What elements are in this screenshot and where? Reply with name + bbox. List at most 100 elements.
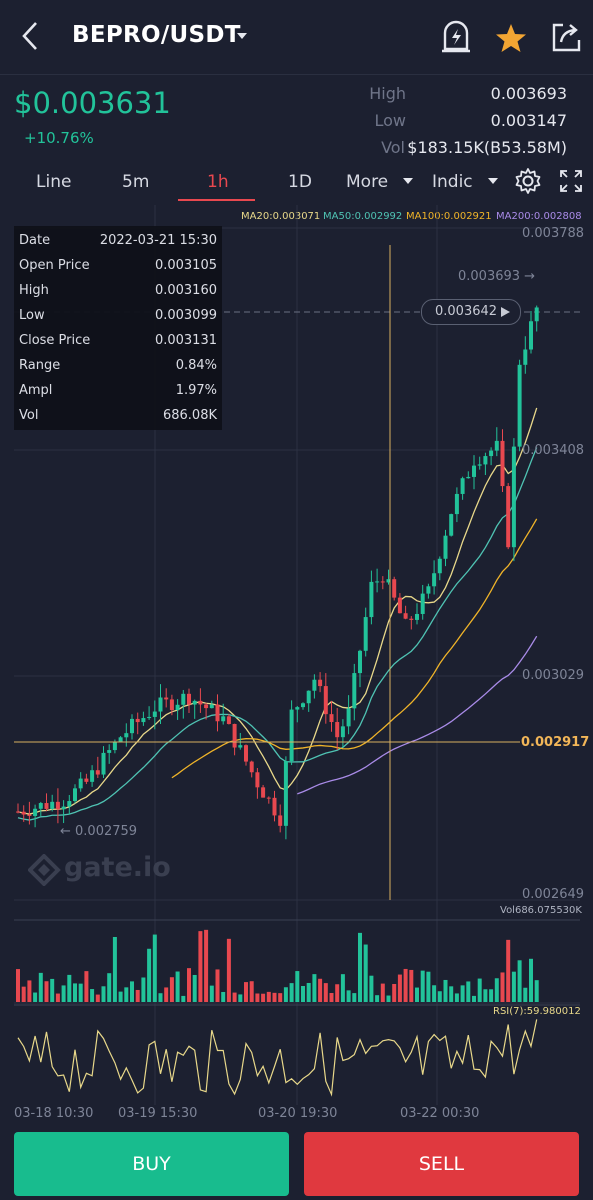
- candle-body: [477, 464, 482, 466]
- volume-bar: [215, 969, 220, 1002]
- volume-bar: [135, 989, 140, 1002]
- volume-bar: [141, 977, 146, 1002]
- volume-bar: [78, 983, 83, 1002]
- star-icon[interactable]: [495, 22, 527, 54]
- price-change: +10.76%: [24, 129, 94, 147]
- candle-body: [107, 750, 112, 753]
- volume-bar: [295, 971, 300, 1002]
- candle-body: [187, 693, 191, 705]
- volume-bar: [33, 992, 38, 1002]
- candle-body: [335, 722, 340, 738]
- ma100-line: [171, 518, 538, 779]
- rsi-polyline: [17, 1019, 538, 1097]
- candle-body: [21, 811, 26, 815]
- candle-body: [44, 803, 49, 809]
- candle-body: [426, 586, 431, 594]
- candle-body: [255, 772, 260, 788]
- high-value: 0.003693: [490, 84, 567, 103]
- candle-body: [169, 699, 174, 711]
- candle-body: [420, 593, 425, 614]
- indic-caret-down-icon[interactable]: [488, 178, 498, 185]
- vol-value: 686.08K: [162, 408, 217, 423]
- more-caret-down-icon[interactable]: [403, 178, 413, 185]
- tab-indic[interactable]: Indic: [432, 172, 473, 192]
- rsi-indicator-label: RSI(7):59.980012: [493, 1006, 581, 1017]
- tab-more[interactable]: More: [346, 172, 388, 192]
- candle-body: [158, 697, 163, 712]
- close-value: 0.003131: [154, 333, 217, 348]
- high-value: 0.003160: [154, 283, 217, 298]
- chevron-left-icon[interactable]: [18, 20, 42, 52]
- buy-button[interactable]: BUY: [14, 1132, 289, 1196]
- current-price-pill[interactable]: 0.003642: [421, 299, 521, 325]
- volume-bar: [358, 932, 362, 1002]
- candle-body: [500, 440, 505, 487]
- sell-button[interactable]: SELL: [304, 1132, 579, 1196]
- close-label: Close Price: [19, 333, 91, 348]
- date-label: Date: [19, 233, 51, 248]
- volume-bar: [375, 995, 380, 1002]
- tab-1d[interactable]: 1D: [288, 172, 312, 192]
- candle-body: [147, 716, 152, 719]
- volume-bar: [301, 985, 305, 1002]
- time-label-3: 03-20 19:30: [258, 1106, 338, 1121]
- price-alert-icon[interactable]: [438, 18, 474, 54]
- tab-1h[interactable]: 1h: [207, 172, 229, 192]
- volume-bar: [21, 986, 26, 1002]
- volume-bar: [306, 982, 311, 1002]
- candle-body: [181, 693, 186, 705]
- candle-body: [523, 349, 528, 365]
- volume-bar: [489, 989, 494, 1002]
- volume-bar: [335, 984, 340, 1002]
- candle-body: [215, 704, 220, 722]
- volume-bar: [101, 986, 106, 1002]
- volume-bar: [517, 960, 522, 1002]
- candle-body: [489, 450, 494, 457]
- volume-indicator-label: Vol686.075530K: [500, 905, 582, 916]
- candle-body: [204, 704, 209, 709]
- candle-body: [369, 581, 374, 618]
- volume-bar: [55, 993, 60, 1002]
- volume-bar: [506, 939, 511, 1002]
- volume-bar: [130, 981, 134, 1002]
- volume-bar: [472, 995, 476, 1002]
- low-value: 0.003099: [154, 308, 217, 323]
- pair-title[interactable]: BEPRO/USDT: [72, 22, 241, 48]
- share-icon[interactable]: [549, 20, 583, 54]
- candle-body: [192, 700, 197, 705]
- volume-bar: [511, 971, 516, 1002]
- tab-line[interactable]: Line: [36, 172, 71, 192]
- candle-body: [175, 704, 180, 711]
- volume-bar: [107, 973, 112, 1002]
- volume-bar: [380, 983, 385, 1002]
- candle-body: [112, 741, 117, 751]
- volume-bar: [38, 972, 43, 1002]
- active-tab-underline: [178, 199, 255, 201]
- volume-bar: [16, 969, 20, 1002]
- volume-bar: [181, 995, 186, 1002]
- caret-down-icon[interactable]: [236, 32, 248, 40]
- volume-bar: [238, 994, 243, 1002]
- low-value: 0.003147: [490, 111, 567, 130]
- candle-body: [124, 733, 129, 738]
- candle-body: [432, 573, 437, 587]
- volume-bar: [386, 995, 391, 1002]
- volume-bar: [124, 987, 129, 1002]
- volume-bar: [164, 987, 169, 1002]
- volume-bar: [443, 979, 448, 1002]
- vol-label: Vol: [19, 408, 39, 423]
- candle-body: [266, 797, 271, 799]
- fullscreen-icon[interactable]: [560, 170, 582, 192]
- volume-bar: [232, 992, 237, 1002]
- candle-body: [278, 815, 283, 826]
- volume-bar: [44, 981, 49, 1002]
- candle-body: [249, 761, 254, 773]
- tab-5m[interactable]: 5m: [122, 172, 149, 192]
- time-label-1: 03-18 10:30: [14, 1106, 94, 1121]
- candle-body: [38, 803, 43, 809]
- gear-icon[interactable]: [514, 167, 542, 195]
- time-label-2: 03-19 15:30: [118, 1106, 198, 1121]
- candle-body: [238, 745, 243, 748]
- candle-body: [27, 814, 32, 816]
- volume-bar: [50, 978, 55, 1002]
